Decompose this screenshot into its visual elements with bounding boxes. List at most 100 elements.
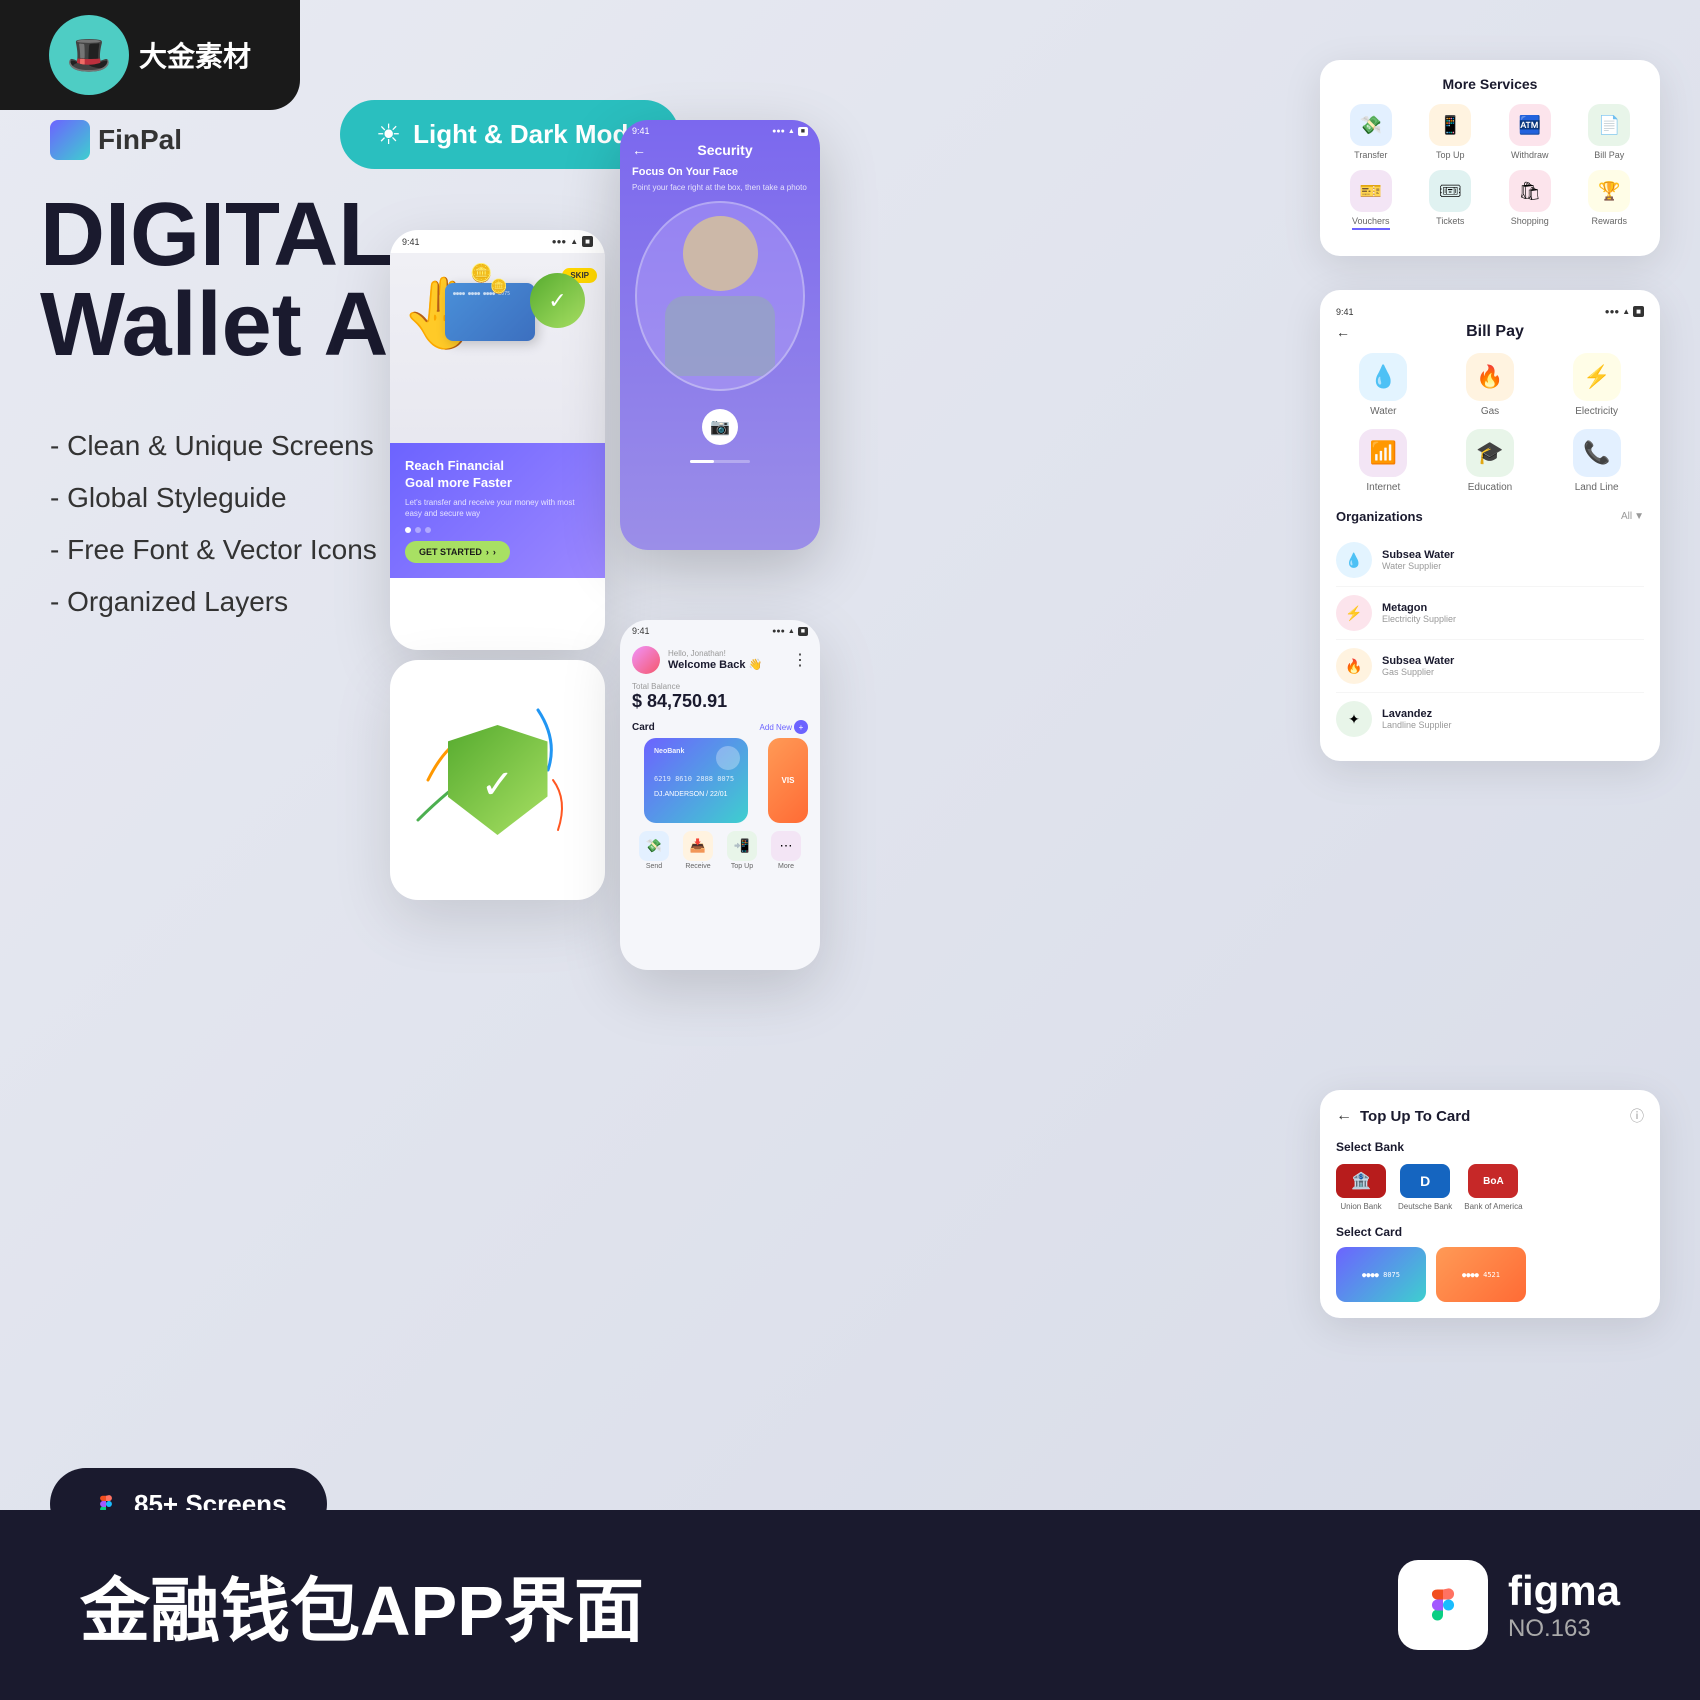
feature-item-3: - Free Font & Vector Icons: [50, 534, 377, 566]
welcome-text: Welcome Back 👋: [668, 658, 792, 671]
union-bank-name: Union Bank: [1340, 1202, 1381, 1211]
credit-card-2[interactable]: VIS: [768, 738, 808, 823]
get-started-button[interactable]: GET STARTED ››: [405, 541, 510, 563]
bottom-bar: 金融钱包APP界面 figma NO.163: [0, 1510, 1700, 1700]
bank-options: 🏦 Union Bank D Deutsche Bank BoA Bank of…: [1336, 1164, 1644, 1211]
figma-text-area: figma NO.163: [1508, 1567, 1620, 1643]
phone-heading: Reach FinancialGoal more Faster: [405, 458, 590, 492]
filter-dropdown[interactable]: All ▼: [1621, 511, 1644, 522]
action-receive[interactable]: 📥 Receive: [683, 831, 713, 870]
feature-item-4: - Organized Layers: [50, 586, 377, 618]
phone2-title: Security: [656, 142, 794, 158]
vouchers-icon: 🎫: [1350, 170, 1392, 212]
bank-union[interactable]: 🏦 Union Bank: [1336, 1164, 1386, 1211]
phone-hero-image: SKIP 🤚 ●●●● ●●●● ●●●● 8075 ✓ 🪙 🪙: [390, 253, 605, 443]
mode-badge-text: Light & Dark Mode: [413, 119, 643, 150]
sun-icon: ☀: [376, 118, 401, 151]
bill-water[interactable]: 💧 Water: [1336, 353, 1431, 417]
card-select-area: ●●●● 8075 ●●●● 4521: [1336, 1247, 1644, 1302]
org-subsea-water[interactable]: 💧 Subsea Water Water Supplier: [1336, 534, 1644, 587]
bank-deutsche[interactable]: D Deutsche Bank: [1398, 1164, 1452, 1211]
phone2-time: 9:41: [632, 126, 650, 136]
organizations-title: Organizations: [1336, 509, 1423, 524]
card-section-title: Card: [632, 722, 655, 733]
withdraw-icon: 🏧: [1509, 104, 1551, 146]
vouchers-label: Vouchers: [1352, 216, 1390, 230]
phone-bottom-card: Reach FinancialGoal more Faster Let's tr…: [390, 443, 605, 578]
service-tickets[interactable]: 🎟 Tickets: [1416, 170, 1486, 230]
bank-america-name: Bank of America: [1464, 1202, 1522, 1211]
credit-card-1[interactable]: NeoBank 6219 8610 2888 8075 DJ.ANDERSON …: [644, 738, 748, 823]
landline-icon: 📞: [1573, 429, 1621, 477]
action-more[interactable]: ⋯ More: [771, 831, 801, 870]
bill-pay-header: ← Bill Pay: [1336, 323, 1644, 341]
phone2-header: ← Security: [620, 142, 820, 158]
figma-logo-svg: [1413, 1575, 1473, 1635]
tickets-label: Tickets: [1436, 216, 1464, 226]
bill-internet[interactable]: 📶 Internet: [1336, 429, 1431, 493]
topup-back-icon[interactable]: ←: [1336, 1107, 1352, 1125]
brand-logo-icon: [50, 120, 90, 160]
deutsche-bank-name: Deutsche Bank: [1398, 1202, 1452, 1211]
topup-icon: 📱: [1429, 104, 1471, 146]
services-grid: 💸 Transfer 📱 Top Up 🏧 Withdraw 📄 Bill Pa…: [1336, 104, 1644, 230]
feature-item-2: - Global Styleguide: [50, 482, 377, 514]
bottom-chinese-text: 金融钱包APP界面: [80, 1555, 644, 1656]
service-billpay[interactable]: 📄 Bill Pay: [1575, 104, 1645, 160]
org-metagon[interactable]: ⚡ Metagon Electricity Supplier: [1336, 587, 1644, 640]
service-vouchers[interactable]: 🎫 Vouchers: [1336, 170, 1406, 230]
org-subsea-gas[interactable]: 🔥 Subsea Water Gas Supplier: [1336, 640, 1644, 693]
bill-education[interactable]: 🎓 Education: [1443, 429, 1538, 493]
bill-pay-title: Bill Pay: [1360, 323, 1630, 341]
topup-info-icon[interactable]: ⓘ: [1630, 1106, 1644, 1126]
transfer-icon: 💸: [1350, 104, 1392, 146]
bill-services-grid: 💧 Water 🔥 Gas ⚡ Electricity 📶 Internet 🎓…: [1336, 353, 1644, 493]
service-transfer[interactable]: 💸 Transfer: [1336, 104, 1406, 160]
card-option-2[interactable]: ●●●● 4521: [1436, 1247, 1526, 1302]
phone-wallet-home: 9:41 ●●● ▲ ■ Hello, Jonathan! Welcome Ba…: [620, 620, 820, 970]
education-label: Education: [1468, 482, 1512, 493]
bill-gas[interactable]: 🔥 Gas: [1443, 353, 1538, 417]
add-new-button[interactable]: Add New +: [760, 720, 808, 734]
bank-america-logo: BoA: [1468, 1164, 1518, 1198]
card-option-1[interactable]: ●●●● 8075: [1336, 1247, 1426, 1302]
select-bank-label: Select Bank: [1336, 1140, 1644, 1154]
water-label: Water: [1370, 406, 1396, 417]
watermark-badge: 🎩 大金素材: [0, 0, 300, 110]
phone-subtext: Let's transfer and receive your money wi…: [405, 497, 590, 519]
more-options-icon[interactable]: ⋮: [792, 650, 808, 670]
org-lavandez[interactable]: ✦ Lavandez Landline Supplier: [1336, 693, 1644, 745]
feature-list: - Clean & Unique Screens - Global Styleg…: [50, 430, 377, 638]
phone4-time: 9:41: [632, 626, 650, 636]
action-send[interactable]: 💸 Send: [639, 831, 669, 870]
bill-pay-back-icon[interactable]: ←: [1336, 324, 1350, 340]
select-card-label: Select Card: [1336, 1225, 1644, 1239]
bill-pay-status: 9:41 ●●● ▲ ■: [1336, 306, 1644, 317]
face-scan-area: [635, 201, 805, 391]
dot-2: [415, 527, 421, 533]
phone4-header: Hello, Jonathan! Welcome Back 👋 ⋮: [620, 642, 820, 678]
status-time: 9:41: [402, 237, 420, 247]
bill-electricity[interactable]: ⚡ Electricity: [1549, 353, 1644, 417]
service-withdraw[interactable]: 🏧 Withdraw: [1495, 104, 1565, 160]
topup-header: ← Top Up To Card ⓘ: [1336, 1106, 1644, 1126]
bank-america[interactable]: BoA Bank of America: [1464, 1164, 1522, 1211]
user-avatar: [632, 646, 660, 674]
billpay-icon: 📄: [1588, 104, 1630, 146]
balance-amount: $ 84,750.91: [620, 691, 820, 712]
service-topup[interactable]: 📱 Top Up: [1416, 104, 1486, 160]
phone2-focus-sub: Point your face right at the box, then t…: [620, 182, 820, 193]
deutsche-bank-logo: D: [1400, 1164, 1450, 1198]
back-arrow-icon[interactable]: ←: [632, 142, 646, 158]
org-info-2: Metagon Electricity Supplier: [1382, 602, 1456, 624]
service-shopping[interactable]: 🛍 Shopping: [1495, 170, 1565, 230]
figma-logo-container: [1398, 1560, 1488, 1650]
services-panel: More Services 💸 Transfer 📱 Top Up 🏧 With…: [1320, 60, 1660, 256]
service-rewards[interactable]: 🏆 Rewards: [1575, 170, 1645, 230]
phone2-focus-heading: Focus On Your Face: [620, 158, 820, 182]
bill-landline[interactable]: 📞 Land Line: [1549, 429, 1644, 493]
gas-icon: 🔥: [1466, 353, 1514, 401]
action-topup[interactable]: 📲 Top Up: [727, 831, 757, 870]
topup-label: Top Up: [1436, 150, 1465, 160]
camera-button[interactable]: 📷: [620, 399, 820, 455]
